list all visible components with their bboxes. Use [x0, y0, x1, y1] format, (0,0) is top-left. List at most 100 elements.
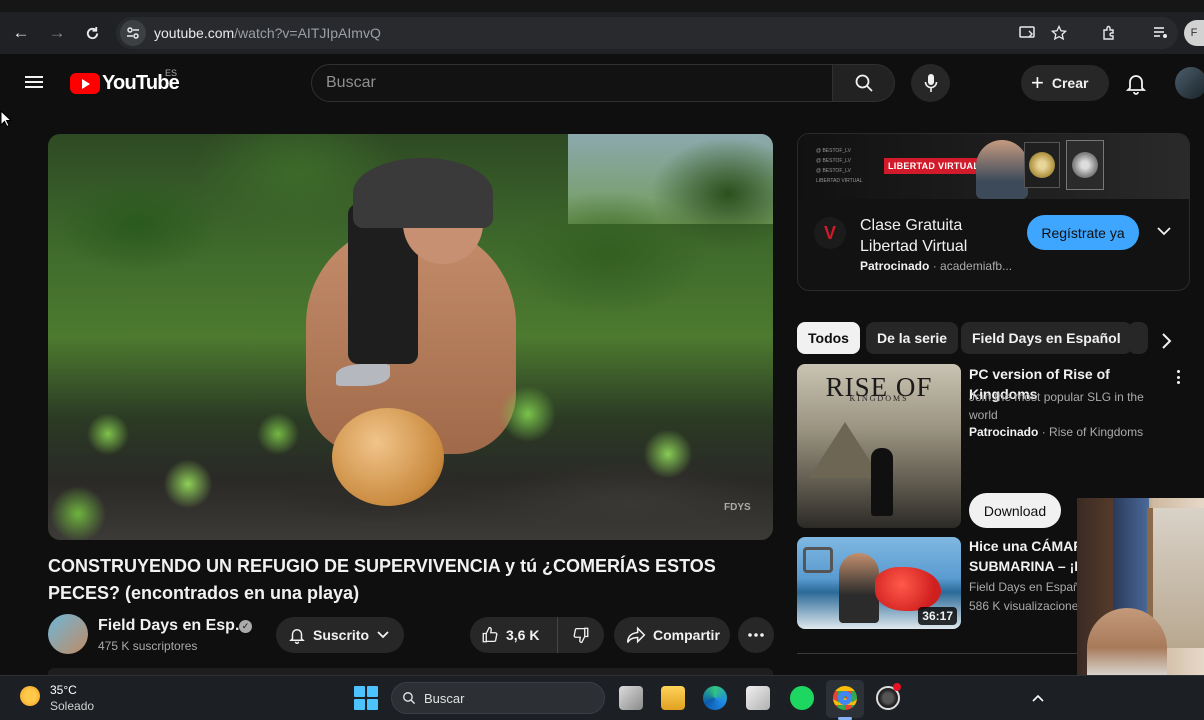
share-button[interactable]: Compartir — [614, 617, 730, 653]
weather-condition[interactable]: Soleado — [50, 699, 94, 713]
ad-sponsor-line: Patrocinado · academiafb... — [860, 259, 1012, 273]
related-ad-description: Join the most popular SLG in the world — [969, 390, 1144, 422]
file-explorer-icon[interactable] — [661, 686, 685, 710]
create-button[interactable]: + Crear — [1021, 65, 1109, 101]
thumbs-down-icon — [573, 627, 589, 644]
chevron-down-icon[interactable] — [1155, 222, 1173, 240]
windows-start-icon[interactable] — [354, 686, 378, 710]
channel-avatar[interactable] — [48, 614, 88, 654]
share-arrow-icon — [626, 626, 646, 644]
media-queue-icon[interactable] — [1148, 20, 1174, 46]
url-path: /watch?v=AITJIpAImvQ — [234, 25, 381, 41]
thumbnail-subtitle: KINGDOMS — [849, 394, 909, 403]
related-ad-advertiser: · Rise of Kingdoms — [1041, 425, 1144, 439]
ad-banner-image: @ BESTOF_LV @ BESTOF_LV @ BESTOF_LV LIBE… — [798, 134, 1189, 199]
taskbar-search[interactable]: Buscar — [391, 682, 605, 714]
address-bar[interactable]: youtube.com/watch?v=AITJIpAImvQ — [116, 17, 1178, 49]
dislike-button[interactable] — [558, 617, 604, 653]
back-icon[interactable]: ← — [8, 20, 34, 46]
ad-banner-line: @ BESTOF_LV — [816, 158, 851, 164]
chevron-down-icon — [377, 631, 389, 639]
subscribed-label: Suscrito — [313, 627, 370, 643]
ad-advertiser: · academiafb... — [932, 259, 1013, 273]
forward-icon[interactable]: → — [44, 20, 70, 46]
ad-award-gold — [1024, 142, 1060, 188]
chip-field-days[interactable]: Field Days en Español — [961, 322, 1132, 354]
site-info-icon[interactable] — [120, 20, 146, 46]
sidebar-ad-card[interactable]: @ BESTOF_LV @ BESTOF_LV @ BESTOF_LV LIBE… — [797, 133, 1190, 291]
related-video-title-line2[interactable]: SUBMARINA – ¡P — [969, 556, 1084, 576]
video-duration: 36:17 — [918, 607, 957, 625]
video-player[interactable]: FDYS — [48, 134, 773, 540]
ad-sponsored-label: Patrocinado — [860, 259, 930, 273]
like-dislike-group: 3,6 K — [470, 617, 604, 653]
related-video-title-line1[interactable]: Hice una CÁMARA — [969, 536, 1093, 556]
notifications-bell-icon[interactable] — [1124, 71, 1148, 95]
thumbnail-camera — [803, 547, 833, 573]
extensions-icon[interactable] — [1096, 20, 1122, 46]
ad-banner-list: @ BESTOF_LV @ BESTOF_LV @ BESTOF_LV LIBE… — [816, 146, 862, 186]
weather-sun-icon[interactable] — [20, 686, 40, 706]
video-title: CONSTRUYENDO UN REFUGIO DE SUPERVIVENCIA… — [48, 556, 716, 603]
subscribed-button[interactable]: Suscrito — [276, 617, 404, 653]
hamburger-menu-icon[interactable] — [24, 73, 46, 91]
bookmark-star-icon[interactable] — [1048, 22, 1070, 44]
youtube-play-icon — [70, 72, 100, 94]
spotify-icon[interactable] — [790, 686, 814, 710]
search-icon — [855, 74, 873, 92]
ad-banner-person — [976, 140, 1028, 199]
chrome-icon[interactable] — [833, 686, 857, 710]
thumbnail-person — [839, 553, 879, 623]
notification-badge — [893, 683, 901, 691]
browser-toolbar: ← → youtube.com/watch?v=AITJIpAImvQ F — [0, 12, 1204, 54]
reload-icon[interactable] — [79, 20, 105, 46]
weather-temperature[interactable]: 35°C — [50, 683, 77, 697]
related-ad-sponsor-line: Patrocinado · Rise of Kingdoms — [969, 423, 1143, 441]
create-label: Crear — [1051, 75, 1089, 91]
more-actions-button[interactable] — [738, 617, 774, 653]
chip-de-la-serie[interactable]: De la serie — [866, 322, 959, 354]
chip-todos[interactable]: Todos — [797, 322, 860, 354]
chevron-right-icon[interactable] — [1154, 329, 1178, 353]
ad-register-button[interactable]: Regístrate ya — [1027, 215, 1139, 250]
related-video-views: 586 K visualizacione — [969, 599, 1079, 613]
search-icon — [403, 692, 416, 705]
bell-icon — [289, 629, 305, 644]
ad-banner-line: @ BESTOF_LV — [816, 168, 851, 174]
youtube-logo[interactable]: YouTube — [70, 72, 180, 94]
video-frame-coconut — [332, 408, 444, 506]
related-divider — [797, 653, 1077, 654]
ad-title: Clase Gratuita Libertad Virtual — [860, 217, 968, 255]
chip-overflow[interactable] — [1128, 322, 1148, 354]
browser-profile-avatar[interactable]: F — [1184, 20, 1204, 46]
related-video-channel[interactable]: Field Days en Españ — [969, 578, 1080, 596]
download-button[interactable]: Download — [969, 493, 1061, 528]
verified-check-icon: ✓ — [239, 620, 252, 633]
advertiser-logo: V — [814, 217, 846, 249]
more-horizontal-icon — [748, 633, 764, 637]
tabstrip-background — [0, 0, 1204, 12]
channel-name[interactable]: Field Days en Esp... — [98, 617, 248, 635]
cast-icon[interactable] — [1016, 22, 1038, 44]
video-frame-hat — [353, 158, 493, 228]
url-host: youtube.com — [154, 25, 235, 41]
account-avatar[interactable] — [1175, 67, 1204, 99]
thumbnail-figure — [871, 448, 893, 516]
task-view-icon[interactable] — [619, 686, 643, 710]
mouse-cursor-icon — [0, 110, 12, 128]
search-placeholder: Buscar — [326, 74, 376, 91]
ad-banner-line: LIBERTAD VIRTUAL — [816, 178, 863, 184]
edge-browser-icon[interactable] — [703, 686, 727, 710]
chevron-up-icon[interactable] — [1030, 690, 1046, 706]
related-ad-thumbnail[interactable]: RISE OF KINGDOMS — [797, 364, 961, 528]
search-input[interactable]: Buscar — [311, 64, 833, 102]
related-video-thumbnail[interactable]: 36:17 — [797, 537, 961, 629]
plus-icon: + — [1031, 70, 1044, 95]
search-button[interactable] — [833, 64, 895, 102]
share-label: Compartir — [653, 627, 720, 643]
youtube-header: YouTube ES Buscar + Crear — [0, 54, 1204, 112]
more-vertical-icon[interactable] — [1172, 368, 1184, 386]
voice-search-button[interactable] — [911, 64, 950, 102]
microsoft-store-icon[interactable] — [746, 686, 770, 710]
like-button[interactable]: 3,6 K — [470, 617, 558, 653]
